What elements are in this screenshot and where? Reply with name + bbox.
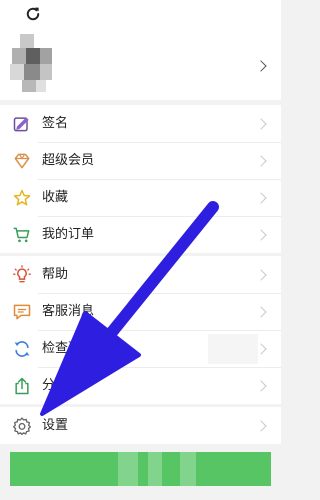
menu-item-super-member[interactable]: 超级会员 [0, 142, 281, 179]
chevron-right-icon [255, 269, 267, 281]
menu-item-orders[interactable]: 我的订单 [0, 216, 281, 253]
menu-item-settings[interactable]: 设置 [0, 407, 281, 444]
menu-label: 设置 [42, 418, 69, 433]
chevron-right-icon [255, 229, 267, 241]
menu-group-2: 帮助 客服消息 检查更新 分享应 [0, 256, 281, 404]
menu-label: 签名 [42, 116, 69, 131]
menu-label: 检查更新 [42, 341, 95, 356]
chevron-right-icon [255, 380, 267, 392]
sync-icon [14, 341, 30, 357]
menu-item-share[interactable]: 分享应 [0, 367, 281, 404]
menu-item-help[interactable]: 帮助 [0, 256, 281, 293]
menu-item-signature[interactable]: 签名 [0, 105, 281, 142]
chevron-right-icon [255, 60, 267, 72]
chevron-right-icon [255, 155, 267, 167]
chevron-right-icon [255, 306, 267, 318]
cart-icon [13, 227, 30, 243]
settings-gear-icon [13, 417, 32, 435]
menu-label: 分享应 [42, 378, 82, 393]
bottom-banner[interactable] [10, 452, 271, 486]
chevron-right-icon [255, 118, 267, 130]
menu-label: 收藏 [42, 190, 69, 205]
profile-section[interactable] [0, 30, 281, 100]
diamond-icon [14, 153, 30, 169]
share-icon [15, 377, 29, 395]
menu-item-service-messages[interactable]: 客服消息 [0, 293, 281, 330]
menu-label: 超级会员 [42, 153, 95, 168]
menu-group-1: 签名 超级会员 收藏 我的订单 [0, 105, 281, 253]
chevron-right-icon [255, 192, 267, 204]
avatar [10, 34, 66, 94]
star-icon [13, 189, 31, 206]
refresh-icon[interactable] [24, 5, 42, 23]
menu-item-favorites[interactable]: 收藏 [0, 179, 281, 216]
lightbulb-icon [13, 265, 32, 283]
menu-label: 客服消息 [42, 304, 95, 319]
menu-label: 我的订单 [42, 227, 95, 242]
top-bar [0, 0, 281, 30]
menu-label: 帮助 [42, 267, 69, 282]
message-icon [13, 304, 31, 320]
chevron-right-icon [255, 420, 267, 432]
signature-icon [13, 117, 29, 132]
menu-group-3: 设置 [0, 407, 281, 444]
blurred-region [208, 334, 258, 364]
